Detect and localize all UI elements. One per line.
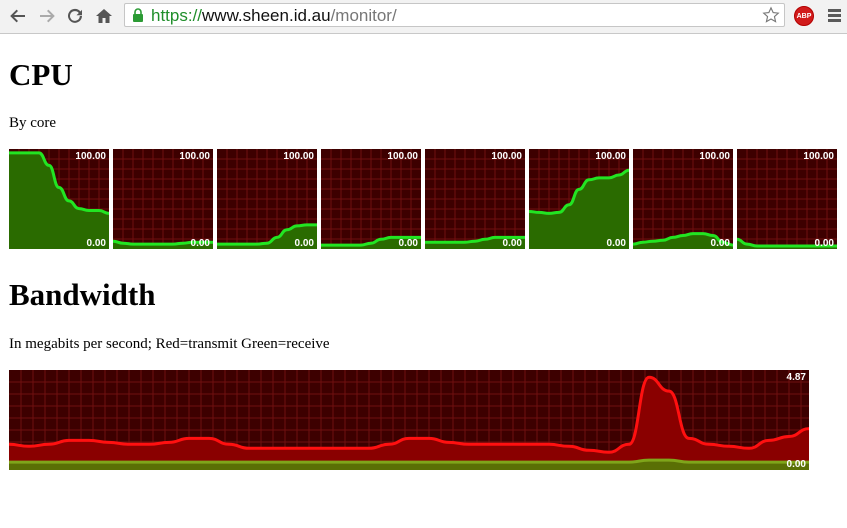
url-host: www.sheen.id.au: [202, 6, 331, 25]
max-label: 100.00: [491, 151, 522, 162]
forward-icon: [40, 9, 55, 23]
bandwidth-chart: 4.87 0.00: [9, 370, 809, 470]
min-label: 0.00: [295, 238, 315, 249]
max-label: 100.00: [387, 151, 418, 162]
browser-toolbar: https://www.sheen.id.au/monitor/ ABP: [0, 0, 847, 34]
cpu-core-graph: 100.00 0.00: [633, 149, 733, 249]
min-label: 0.00: [815, 238, 835, 249]
min-label: 0.00: [87, 238, 107, 249]
forward-button[interactable]: [36, 5, 58, 27]
address-bar[interactable]: https://www.sheen.id.au/monitor/: [124, 3, 785, 27]
url-path: /monitor/: [330, 6, 397, 25]
bandwidth-heading: Bandwidth: [9, 277, 156, 312]
cpu-core-graph: 100.00 0.00: [9, 149, 109, 249]
max-label: 100.00: [699, 151, 730, 162]
min-label: 0.00: [711, 238, 731, 249]
reload-button[interactable]: [64, 5, 86, 27]
cpu-core-graph: 100.00 0.00: [425, 149, 525, 249]
menu-icon[interactable]: [828, 9, 841, 23]
min-label: 0.00: [607, 238, 627, 249]
star-icon[interactable]: [762, 6, 780, 24]
url-text: https://www.sheen.id.au/monitor/: [151, 6, 397, 26]
cpu-description: By core: [9, 115, 57, 131]
home-button[interactable]: [93, 5, 115, 27]
cpu-core-chart: 100.00 0.00: [113, 149, 213, 249]
max-label: 100.00: [803, 151, 834, 162]
cpu-core-graph: 100.00 0.00: [321, 149, 421, 249]
cpu-core-chart: 100.00 0.00: [425, 149, 525, 249]
lock-icon: [133, 8, 143, 22]
min-label: 0.00: [503, 238, 523, 249]
cpu-core-chart: 100.00 0.00: [633, 149, 733, 249]
cpu-core-chart: 100.00 0.00: [737, 149, 837, 249]
cpu-core-graph: 100.00 0.00: [113, 149, 213, 249]
cpu-heading: CPU: [9, 57, 73, 92]
min-label: 0.00: [787, 459, 807, 470]
min-label: 0.00: [399, 238, 419, 249]
cpu-core-chart: 100.00 0.00: [321, 149, 421, 249]
max-label: 100.00: [595, 151, 626, 162]
bandwidth-graph: 4.87 0.00: [9, 370, 809, 470]
bandwidth-description: In megabits per second; Red=transmit Gre…: [9, 336, 330, 352]
max-label: 4.87: [787, 372, 807, 383]
back-icon: [10, 9, 25, 23]
url-scheme: https://: [151, 6, 203, 25]
max-label: 100.00: [179, 151, 210, 162]
cpu-core-chart: 100.00 0.00: [217, 149, 317, 249]
min-label: 0.00: [191, 238, 211, 249]
cpu-core-chart: 100.00 0.00: [9, 149, 109, 249]
home-icon: [96, 9, 112, 23]
abp-icon[interactable]: ABP: [794, 6, 814, 26]
cpu-core-graph: 100.00 0.00: [737, 149, 837, 249]
cpu-core-graph: 100.00 0.00: [217, 149, 317, 249]
max-label: 100.00: [75, 151, 106, 162]
cpu-core-graph: 100.00 0.00: [529, 149, 629, 249]
reload-icon: [68, 8, 82, 23]
cpu-core-chart: 100.00 0.00: [529, 149, 629, 249]
back-button[interactable]: [7, 5, 29, 27]
max-label: 100.00: [283, 151, 314, 162]
